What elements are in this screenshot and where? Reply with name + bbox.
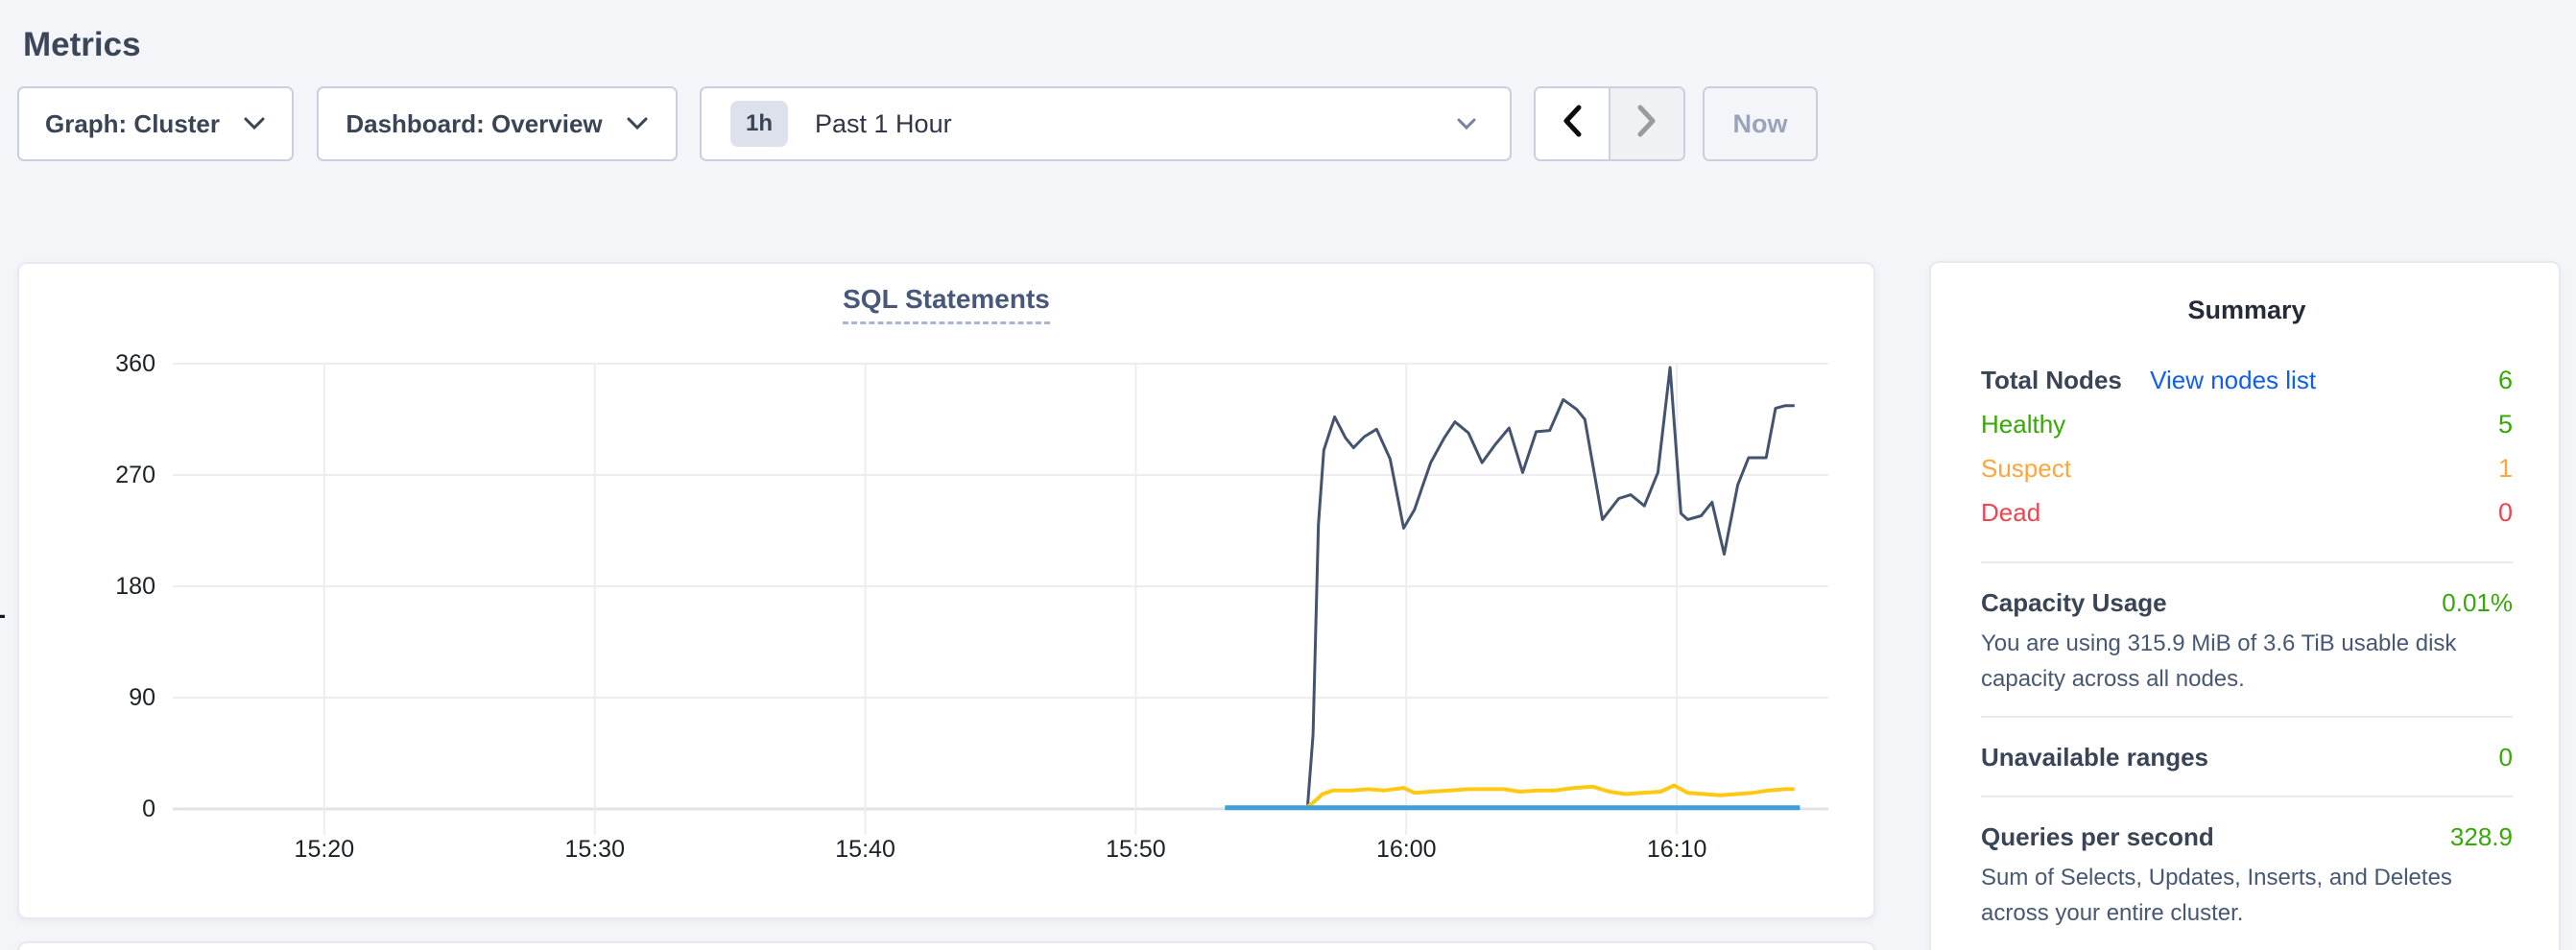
dashboard-dropdown[interactable]: Dashboard: Overview [317,86,678,161]
dead-label: Dead [1981,498,2040,528]
capacity-usage-section: Capacity Usage 0.01% You are using 315.9… [1981,588,2513,697]
summary-panel: Summary Total Nodes View nodes list 6 He… [1929,261,2561,950]
capacity-usage-value: 0.01% [2442,588,2513,618]
chevron-down-icon [1456,117,1477,131]
y-tick-label: 360 [83,348,155,379]
unavailable-ranges-section: Unavailable ranges 0 [1981,743,2513,772]
total-nodes-label: Total Nodes [1981,366,2122,394]
graph-dropdown-label: Graph: Cluster [45,109,220,139]
qps-row: Queries per second 328.9 [1981,822,2513,852]
time-range-shortcut-badge: 1h [730,101,788,147]
y-tick-label: 180 [83,571,155,602]
total-nodes-value: 6 [2498,366,2513,395]
suspect-label: Suspect [1981,454,2071,484]
chart-title[interactable]: SQL Statements [843,284,1050,324]
next-time-window-button[interactable] [1610,88,1683,159]
metrics-page: Metrics Graph: Cluster Dashboard: Overvi… [0,0,2576,950]
qps-section: Queries per second 328.9 Sum of Selects,… [1981,822,2513,931]
unavailable-ranges-value: 0 [2499,743,2513,772]
x-tick-label: 15:30 [528,834,662,865]
x-tick-label: 15:20 [257,834,392,865]
x-tick-label: 16:00 [1339,834,1473,865]
healthy-value: 5 [2498,410,2513,439]
healthy-nodes-row: Healthy 5 [1981,410,2513,454]
now-button-label: Now [1733,109,1788,139]
dead-value: 0 [2498,498,2513,528]
qps-description: Sum of Selects, Updates, Inserts, and De… [1981,860,2513,931]
chevron-left-icon [1562,105,1583,144]
time-range-label: Past 1 Hour [815,109,952,139]
unavailable-ranges-row: Unavailable ranges 0 [1981,743,2513,772]
previous-time-window-button[interactable] [1536,88,1610,159]
view-nodes-list-link[interactable]: View nodes list [2150,366,2316,394]
now-button[interactable]: Now [1703,86,1818,161]
chart-title-row: SQL Statements [17,284,1875,324]
x-tick-label: 15:40 [799,834,933,865]
next-chart-panel [17,941,1875,950]
time-window-pager [1534,86,1685,161]
x-tick-label: 15:50 [1068,834,1203,865]
dead-nodes-row: Dead 0 [1981,498,2513,542]
qps-value: 328.9 [2450,822,2513,852]
chevron-right-icon [1636,105,1658,144]
chevron-down-icon [243,116,266,131]
page-title: Metrics [23,26,141,64]
capacity-usage-description: You are using 315.9 MiB of 3.6 TiB usabl… [1981,626,2513,697]
time-range-selector[interactable]: 1h Past 1 Hour [700,86,1512,161]
dashboard-dropdown-label: Dashboard: Overview [346,109,602,139]
node-status-block: Total Nodes View nodes list 6 Healthy 5 … [1981,366,2513,542]
y-axis-label: queries [0,490,7,682]
qps-label: Queries per second [1981,822,2214,852]
divider [1981,716,2513,718]
y-tick-label: 0 [83,794,155,824]
capacity-usage-row: Capacity Usage 0.01% [1981,588,2513,618]
summary-title: Summary [1981,296,2513,325]
suspect-value: 1 [2498,454,2513,484]
yellow-series [1225,786,1794,808]
suspect-nodes-row: Suspect 1 [1981,454,2513,498]
divider [1981,796,2513,797]
sql-statements-chart [173,345,1828,835]
chevron-down-icon [626,116,649,131]
y-tick-label: 270 [83,460,155,490]
graph-dropdown[interactable]: Graph: Cluster [17,86,294,161]
divider [1981,561,2513,563]
healthy-label: Healthy [1981,410,2065,439]
x-tick-label: 16:10 [1610,834,1744,865]
y-tick-label: 90 [83,682,155,713]
capacity-usage-label: Capacity Usage [1981,588,2167,618]
unavailable-ranges-label: Unavailable ranges [1981,743,2208,772]
total-nodes-row: Total Nodes View nodes list 6 [1981,366,2513,410]
